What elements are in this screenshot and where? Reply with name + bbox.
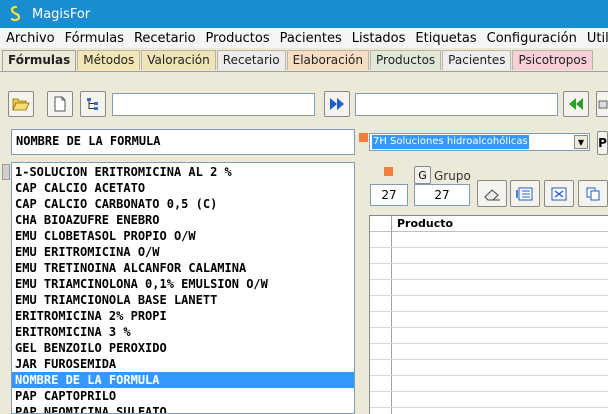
tab-recetario[interactable]: Recetario (216, 50, 286, 70)
menu-etiquetas[interactable]: Etiquetas (409, 31, 480, 46)
title-bar: MagisFor (0, 0, 608, 28)
side-button-label: P (598, 136, 607, 150)
grid-row-line (370, 279, 608, 280)
list-item[interactable]: CAP CALCIO CARBONATO 0,5 (C) (12, 196, 354, 212)
dropdown-arrow-icon[interactable]: ▼ (574, 135, 588, 149)
grid-row-line (370, 359, 608, 360)
tree-button[interactable] (80, 91, 106, 117)
grid-column-producto[interactable]: Producto (397, 217, 453, 230)
grid-row-line (370, 391, 608, 392)
group-field[interactable]: 27 (414, 184, 470, 206)
marker-square-2 (384, 167, 393, 176)
list-item[interactable]: GEL BENZOILO PEROXIDO (12, 340, 354, 356)
menu-archivo[interactable]: Archivo (0, 31, 59, 46)
list-item[interactable]: 1-SOLUCION ERITROMICINA AL 2 % (12, 164, 354, 180)
search-input-left[interactable] (112, 93, 315, 116)
product-grid[interactable]: Producto (369, 215, 608, 414)
grid-row-line (370, 263, 608, 264)
group-label: Grupo (434, 169, 471, 183)
list-item[interactable]: ERITROMICINA 3 % (12, 324, 354, 340)
formula-type-selected: 7H Soluciones hidroalcohólicas (372, 135, 529, 149)
tab-pacientes[interactable]: Pacientes (442, 50, 512, 70)
delete-row-icon (551, 187, 567, 200)
list-item[interactable]: PAP CAPTOPRILO (12, 388, 354, 404)
tab-strip: Fórmulas Métodos Valoración Recetario El… (2, 50, 594, 71)
search-input-right[interactable] (355, 93, 558, 116)
new-button[interactable] (47, 91, 73, 117)
grid-row-line (370, 327, 608, 328)
app-logo-icon (10, 6, 21, 22)
delete-row-button[interactable] (544, 180, 574, 207)
grid-row-line (370, 343, 608, 344)
list-item[interactable]: JAR FUROSEMIDA (12, 356, 354, 372)
copy-button[interactable] (578, 180, 608, 207)
list-item[interactable]: PAP NEOMICINA SULFATO (12, 404, 354, 413)
double-arrow-right-icon (330, 98, 344, 110)
list-item-selected[interactable]: NOMBRE DE LA FORMULA (12, 372, 354, 388)
window-title: MagisFor (32, 6, 91, 22)
list-icon (516, 187, 533, 200)
open-button[interactable] (8, 91, 34, 117)
tab-productos[interactable]: Productos (370, 50, 442, 70)
tab-valoracion[interactable]: Valoración (141, 50, 216, 70)
new-document-icon (54, 96, 66, 112)
tab-metodos[interactable]: Métodos (77, 50, 141, 70)
formula-name-field[interactable]: NOMBRE DE LA FORMULA (11, 129, 355, 155)
list-item[interactable]: EMU CLOBETASOL PROPIO O/W (12, 228, 354, 244)
tree-structure-icon (87, 98, 98, 110)
grid-row-line (370, 375, 608, 376)
list-item[interactable]: CAP CALCIO ACETATO (12, 180, 354, 196)
tab-formulas[interactable]: Fórmulas (2, 50, 77, 71)
menu-formulas[interactable]: Fórmulas (59, 31, 128, 46)
menu-recetario[interactable]: Recetario (128, 31, 200, 46)
menu-bar: Archivo Fórmulas Recetario Productos Pac… (0, 28, 608, 48)
group-button-label: G (418, 168, 427, 182)
extra-toolbar-button[interactable] (596, 91, 608, 117)
forward-button[interactable] (324, 91, 350, 117)
list-item[interactable]: EMU TRIAMCIONOLA BASE LANETT (12, 292, 354, 308)
grid-row-line (370, 407, 608, 408)
list-scroll-handle[interactable] (2, 164, 10, 180)
erase-button[interactable] (477, 180, 507, 207)
grid-row-line (370, 311, 608, 312)
copy-icon (586, 187, 600, 200)
menu-utilidades[interactable]: Utilidades (581, 31, 608, 46)
menu-pacientes[interactable]: Pacientes (274, 31, 346, 46)
formula-type-select[interactable]: 7H Soluciones hidroalcohólicas ▼ (369, 133, 590, 151)
formula-code-field[interactable]: 27 (370, 184, 408, 206)
double-arrow-left-icon (569, 98, 583, 110)
list-item[interactable]: CHA BIOAZUFRE ENEBRO (12, 212, 354, 228)
tab-divider (0, 71, 608, 72)
eraser-icon (484, 188, 500, 200)
list-button[interactable] (510, 180, 540, 207)
tab-elaboracion[interactable]: Elaboración (286, 50, 370, 70)
folder-open-icon (12, 98, 30, 111)
grid-row-line (370, 295, 608, 296)
grid-row-indicator-column (370, 216, 392, 414)
list-item[interactable]: EMU TRIAMCINOLONA 0,1% EMULSION O/W (12, 276, 354, 292)
menu-configuracion[interactable]: Configuración (481, 31, 581, 46)
grid-row-line (370, 247, 608, 248)
tab-psicotropos[interactable]: Psicotropos (512, 50, 593, 70)
type-side-button[interactable]: P (597, 131, 608, 155)
back-button[interactable] (563, 91, 589, 117)
list-item[interactable]: EMU ERITROMICINA O/W (12, 244, 354, 260)
group-button[interactable]: G (414, 166, 431, 184)
menu-productos[interactable]: Productos (200, 31, 274, 46)
list-item[interactable]: ERITROMICINA 2% PROPI (12, 308, 354, 324)
list-item[interactable]: EMU TRETINOINA ALCANFOR CALAMINA (12, 260, 354, 276)
menu-listados[interactable]: Listados (346, 31, 410, 46)
marker-square (359, 133, 368, 142)
edit-icon (598, 100, 608, 109)
formula-list: 1-SOLUCION ERITROMICINA AL 2 % CAP CALCI… (11, 162, 355, 414)
